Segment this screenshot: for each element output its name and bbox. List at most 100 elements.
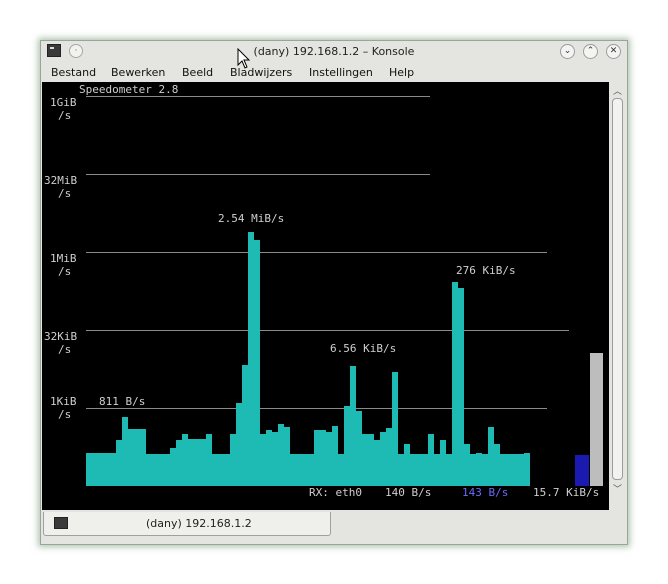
scroll-down-icon[interactable]: ﹀ [613, 482, 622, 495]
status-current: 140 B/s [385, 486, 432, 499]
graph-bar [140, 429, 143, 486]
graph-bar [386, 428, 389, 486]
scrollbar-thumb[interactable] [612, 98, 623, 480]
graph-bar [317, 430, 320, 486]
graph-bar [383, 432, 386, 486]
graph-bar [467, 444, 470, 486]
vertical-scrollbar[interactable]: ︿ ﹀ [609, 82, 627, 510]
graph-bar [188, 439, 191, 486]
graph-bar [380, 432, 383, 486]
graph-bar [275, 432, 278, 486]
title-bar[interactable]: · (dany) 192.168.1.2 – Konsole ⌄ ⌃ ✕ [41, 41, 627, 63]
graph-bar [392, 372, 395, 486]
graph-bar [464, 444, 467, 486]
tab-label: (dany) 192.168.1.2 [146, 517, 252, 530]
graph-bar [248, 232, 251, 486]
menu-bar: Bestand Bewerken Beeld Bladwijzers Inste… [41, 63, 627, 83]
graph-bar [524, 453, 527, 486]
graph-bar [212, 454, 215, 486]
graph-bar [416, 454, 419, 486]
graph-bar [515, 454, 518, 486]
graph-bar [482, 454, 485, 486]
menu-bestand[interactable]: Bestand [51, 66, 96, 79]
graph-bar [272, 432, 275, 486]
graph-bar [137, 429, 140, 486]
graph-bar [236, 403, 239, 486]
speed-graph [86, 96, 603, 486]
graph-bar [134, 429, 137, 486]
graph-bar [401, 454, 404, 486]
graph-bar [422, 454, 425, 486]
graph-bar [338, 454, 341, 486]
graph-bar [164, 454, 167, 486]
graph-bar [365, 434, 368, 486]
graph-bar [281, 424, 284, 486]
graph-bar [368, 434, 371, 486]
graph-bar [404, 444, 407, 486]
graph-bar [116, 440, 119, 486]
close-button[interactable]: ✕ [606, 44, 621, 59]
graph-bar [527, 453, 530, 486]
window-title: (dany) 192.168.1.2 – Konsole [253, 45, 415, 58]
graph-bar [362, 434, 365, 486]
graph-bar [119, 440, 122, 486]
terminal-area[interactable]: Speedometer 2.8 1GiB /s 32MiB /s 1MiB /s… [42, 82, 609, 510]
graph-bar [218, 454, 221, 486]
graph-bar [329, 432, 332, 486]
graph-bar [434, 454, 437, 486]
graph-bar [95, 453, 98, 486]
minimize-button[interactable]: ⌄ [560, 44, 575, 59]
graph-bar [455, 282, 458, 486]
graph-bar [443, 440, 446, 486]
menu-instellingen[interactable]: Instellingen [309, 66, 373, 79]
graph-bar [158, 454, 161, 486]
graph-bar [287, 427, 290, 486]
graph-bar [110, 453, 113, 486]
graph-bar [344, 406, 347, 486]
graph-bar [509, 454, 512, 486]
graph-bar [332, 426, 335, 486]
graph-bar [224, 454, 227, 486]
graph-bar [374, 440, 377, 486]
annotation-peak: 2.54 MiB/s [218, 212, 285, 225]
graph-bar [323, 430, 326, 486]
terminal-icon [54, 517, 68, 529]
graph-bar [197, 439, 200, 486]
session-tab[interactable]: (dany) 192.168.1.2 [43, 512, 331, 536]
menu-beeld[interactable]: Beeld [182, 66, 213, 79]
graph-bar [320, 430, 323, 486]
graph-bar [203, 439, 206, 486]
graph-bar [500, 454, 503, 486]
graph-bar [440, 440, 443, 486]
graph-bar [227, 454, 230, 486]
graph-bar [410, 454, 413, 486]
graph-bar [143, 429, 146, 486]
graph-bar [359, 411, 362, 486]
graph-bar [314, 430, 317, 486]
close-icon: ✕ [609, 46, 618, 56]
maximize-button[interactable]: ⌃ [583, 44, 598, 59]
scroll-up-icon[interactable]: ︿ [613, 84, 622, 97]
graph-bar [146, 454, 149, 486]
graph-bar [476, 453, 479, 486]
graph-bar [242, 365, 245, 486]
graph-bar [305, 454, 308, 486]
graph-bar [266, 430, 269, 486]
graph-bar [98, 453, 101, 486]
annotation-mid: 6.56 KiB/s [330, 342, 397, 355]
status-total: 15.7 KiB/s [533, 486, 600, 499]
graph-bar [506, 454, 509, 486]
status-average: 143 B/s [462, 486, 509, 499]
graph-bar [341, 454, 344, 486]
menu-help[interactable]: Help [389, 66, 414, 79]
menu-bewerken[interactable]: Bewerken [111, 66, 165, 79]
graph-bar [263, 434, 266, 486]
graph-bar [461, 288, 464, 486]
graph-bar [431, 434, 434, 486]
graph-bar [182, 434, 185, 486]
graph-bar [425, 454, 428, 486]
graph-bar [194, 439, 197, 486]
graph-bar [161, 454, 164, 486]
graph-bar [149, 454, 152, 486]
graph-bar [518, 454, 521, 486]
